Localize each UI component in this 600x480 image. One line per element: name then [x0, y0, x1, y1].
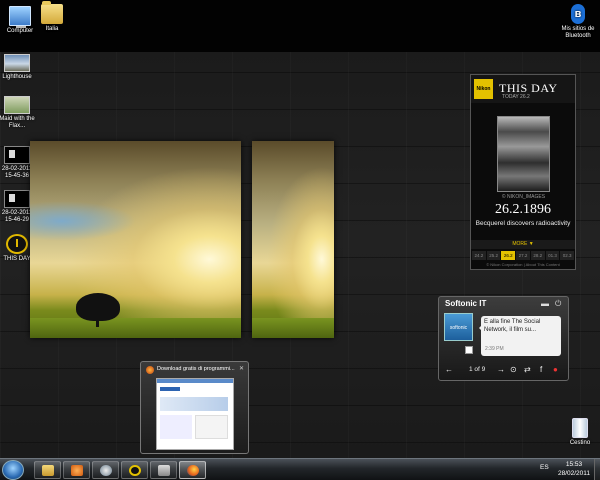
folder-icon	[42, 465, 54, 476]
screenshot-file-icon	[4, 190, 30, 208]
desktop-icon-lighthouse[interactable]: Lighthouse	[0, 54, 37, 81]
thisday-photo[interactable]	[497, 116, 550, 192]
date-tab[interactable]: 25.2	[486, 251, 501, 260]
taskbar-media-player[interactable]	[63, 461, 90, 479]
taskbar-firefox[interactable]	[179, 461, 206, 479]
icon-label: THIS DAY	[3, 256, 31, 262]
thisday-date: 26.2.1896	[495, 202, 551, 217]
thisday-photo-caption: © NIKON_IMAGES	[501, 194, 546, 200]
image-file-icon	[4, 54, 30, 72]
thisday-more-button[interactable]: MORE ▼	[471, 240, 575, 249]
power-icon[interactable]: ⏻	[555, 299, 561, 309]
thisday-date-strip: 24.2 25.2 26.2 27.2 28.2 01.3 02.3	[472, 251, 575, 260]
desktop-icon-italia[interactable]: Italia	[32, 1, 72, 33]
prev-arrow-icon[interactable]: ←	[445, 365, 453, 374]
news-time: 2:39 PM	[485, 346, 504, 352]
date-tab[interactable]: 28.2	[530, 251, 545, 260]
folder-icon	[41, 1, 63, 24]
softonic-logo: softonic	[444, 313, 473, 341]
computer-icon	[9, 6, 31, 28]
taskbar-app[interactable]	[92, 461, 119, 479]
icon-label: Maid with the Flax...	[0, 116, 35, 129]
taskbar-snipping[interactable]	[150, 461, 177, 479]
browser-toolbar	[157, 379, 233, 383]
screenshot-file-icon	[4, 146, 30, 164]
play-icon[interactable]: ⊙	[510, 365, 517, 374]
thisday-subtitle: TODAY 26.2	[502, 94, 530, 100]
image-file-icon	[4, 96, 30, 114]
language-indicator[interactable]: ES	[540, 464, 549, 471]
clock-time: 15:53	[565, 461, 583, 468]
tree	[76, 293, 120, 327]
start-button[interactable]	[2, 460, 24, 480]
site-header	[160, 387, 180, 391]
clock-icon	[6, 234, 28, 254]
document-icon	[465, 346, 473, 354]
thisday-footer[interactable]: © Nikon Corporation | About This Content	[471, 262, 575, 267]
date-tab[interactable]: 27.2	[516, 251, 530, 260]
desktop-top-band	[0, 0, 600, 52]
taskbar-thisday[interactable]	[121, 461, 148, 479]
icon-label: Lighthouse	[2, 74, 32, 80]
clock-icon	[129, 465, 141, 476]
show-desktop-button[interactable]	[594, 459, 600, 480]
photo-gadget-left[interactable]	[30, 141, 241, 338]
desktop-icon-bluetooth[interactable]: ʙ Mis sitios de Bluetooth	[558, 4, 598, 40]
media-player-icon	[71, 465, 83, 476]
recycle-bin-icon	[572, 418, 588, 438]
alert-icon[interactable]: ●	[553, 365, 558, 374]
scissors-icon	[158, 465, 170, 476]
date-tab[interactable]: 01.3	[545, 251, 560, 260]
date-tab[interactable]: 02.3	[560, 251, 575, 260]
bluetooth-icon: ʙ	[571, 4, 585, 24]
ground	[30, 318, 241, 338]
icon-label: 28-02-2011 15-45-36	[1, 166, 33, 179]
preview-title: Download gratis di programmi...	[157, 366, 235, 372]
date-tab-active[interactable]: 26.2	[501, 251, 516, 260]
firefox-icon	[187, 465, 199, 476]
icon-label: 28-02-2011 15-46-29	[1, 210, 33, 223]
close-icon[interactable]: ✕	[239, 365, 244, 372]
site-banner	[160, 397, 228, 411]
sky-area	[30, 201, 136, 241]
facebook-icon[interactable]: f	[540, 365, 542, 374]
taskbar-thumbnail-preview[interactable]: Download gratis di programmi... ✕	[140, 361, 249, 454]
softonic-gadget[interactable]: Softonic IT ▬ ⏻ softonic E alla fine The…	[438, 296, 569, 381]
date-tab[interactable]: 24.2	[472, 251, 486, 260]
thisday-description: Becquerel discovers radioactivity	[475, 220, 571, 227]
taskbar-explorer[interactable]	[34, 461, 61, 479]
site-sidebar	[195, 415, 228, 439]
nikon-logo: Nikon	[474, 79, 493, 99]
preview-screenshot[interactable]	[156, 378, 234, 450]
softonic-nav-bar: ← 1 of 9 → ⊙ ⇄ f ●	[439, 364, 568, 378]
ground	[252, 318, 334, 338]
system-clock[interactable]: 15:53 28/02/2011	[556, 460, 592, 478]
icon-label: Italia	[45, 26, 59, 32]
icon-label: Computer	[6, 28, 34, 34]
thisday-header: Nikon THIS DAY TODAY 26.2	[471, 75, 575, 103]
desktop-icon-maid[interactable]: Maid with the Flax...	[0, 96, 37, 130]
desktop-icon-recycle-bin[interactable]: Cestino	[560, 418, 600, 447]
app-icon	[100, 465, 112, 476]
taskbar: ES 15:53 28/02/2011	[0, 458, 600, 480]
thisday-gadget[interactable]: Nikon THIS DAY TODAY 26.2 © NIKON_IMAGES…	[470, 74, 576, 270]
minimize-icon[interactable]: ▬	[541, 299, 549, 308]
icon-label: Mis sitios de Bluetooth	[561, 26, 595, 39]
next-arrow-icon[interactable]: →	[497, 365, 505, 374]
clock-date: 28/02/2011	[557, 470, 591, 477]
news-text: E alla fine The Social Network, il film …	[484, 319, 541, 333]
repeat-icon[interactable]: ⇄	[524, 365, 531, 374]
softonic-title: Softonic IT	[445, 299, 487, 308]
item-counter: 1 of 9	[469, 366, 486, 373]
photo-gadget-right[interactable]	[252, 141, 334, 338]
firefox-icon	[146, 366, 154, 374]
site-content	[160, 415, 192, 439]
icon-label: Cestino	[569, 440, 591, 446]
